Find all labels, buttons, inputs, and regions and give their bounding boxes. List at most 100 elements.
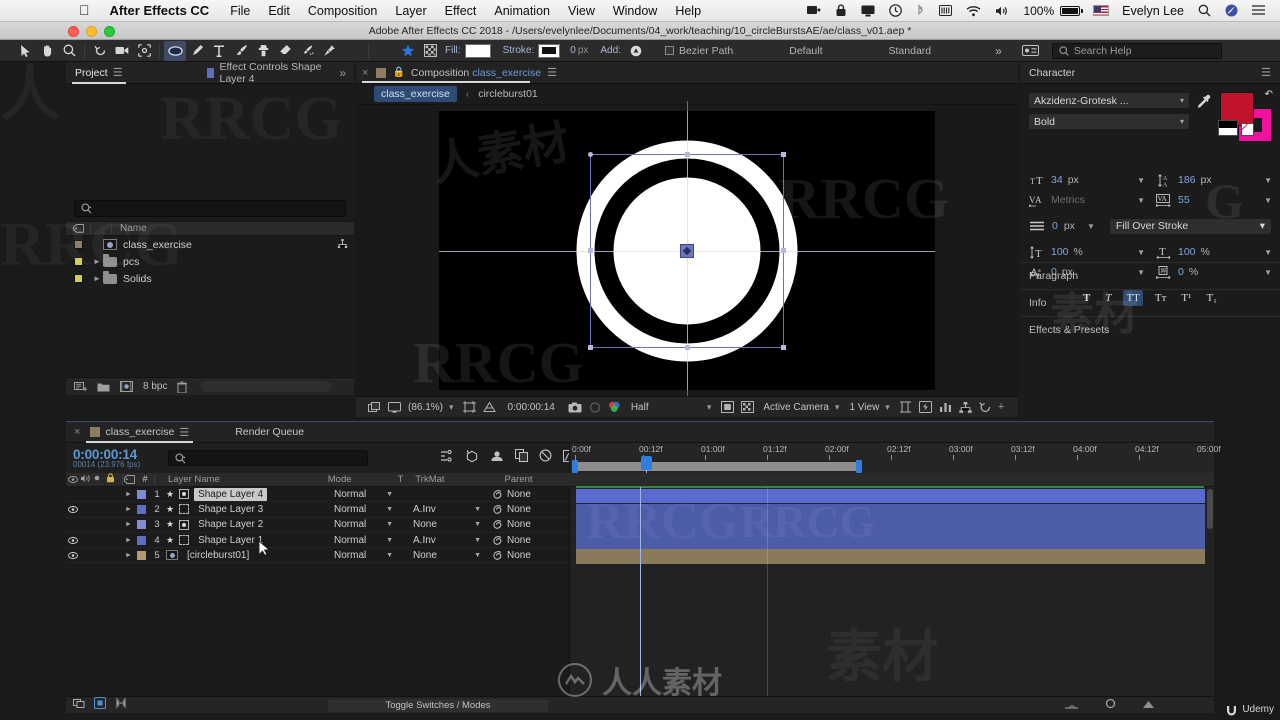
list-item[interactable]: ► Solids <box>66 270 354 287</box>
pen-tool[interactable] <box>186 41 208 61</box>
layer-trkmat-select[interactable]: None ▼ <box>409 519 487 530</box>
font-family-select[interactable]: Akzidenz-Grotesk ... ▾ <box>1028 92 1190 109</box>
panel-menu-icon[interactable]: ☰ <box>1261 66 1271 79</box>
draft-3d-icon[interactable] <box>465 449 479 468</box>
layer-visibility-toggle[interactable] <box>66 505 80 513</box>
mode-column-header[interactable]: Mode <box>328 474 352 485</box>
chevron-down-icon[interactable]: ▼ <box>1264 248 1272 257</box>
parent-pickwhip-icon[interactable] <box>487 535 507 546</box>
font-style-select[interactable]: Bold ▾ <box>1028 113 1190 130</box>
pixel-aspect-icon[interactable] <box>896 398 916 416</box>
notification-center-icon[interactable] <box>1245 5 1272 16</box>
layer-mode-select[interactable]: Normal ▼ <box>334 550 399 561</box>
siri-icon[interactable] <box>1218 4 1245 17</box>
trkmat-column-header[interactable]: TrkMat <box>415 474 444 485</box>
layer-trkmat-select[interactable]: A.Inv ▼ <box>409 535 487 546</box>
panel-menu-icon[interactable]: ☰ <box>113 66 123 79</box>
graph-scrollbar[interactable] <box>1205 487 1214 713</box>
live-update-icon[interactable] <box>440 449 454 467</box>
workspace-default[interactable]: Default <box>779 45 832 57</box>
show-snapshot-icon[interactable] <box>585 398 605 416</box>
hide-shy-icon[interactable] <box>490 449 504 467</box>
apple-logo-icon[interactable]:  <box>68 3 101 17</box>
kerning-field[interactable]: VA Metrics ▼ <box>1028 190 1145 210</box>
accordion-info[interactable]: Info <box>1020 289 1280 316</box>
chevron-down-icon[interactable]: ▼ <box>1087 222 1095 231</box>
parent-pickwhip-icon[interactable] <box>487 519 507 530</box>
menu-help[interactable]: Help <box>666 4 710 18</box>
item-twirl[interactable]: ► <box>91 257 103 266</box>
minimize-window-button[interactable] <box>86 26 97 37</box>
layer-visibility-toggle[interactable] <box>66 551 80 559</box>
close-icon[interactable]: × <box>66 426 80 438</box>
battery-status-icon[interactable] <box>932 4 959 17</box>
no-color-icon[interactable] <box>1241 123 1254 136</box>
bezier-path-checkbox[interactable]: Bezier Path <box>664 45 733 57</box>
wifi-icon[interactable] <box>959 5 988 17</box>
user-name[interactable]: Evelyn Lee <box>1115 4 1191 18</box>
motion-blur-icon[interactable] <box>539 449 552 467</box>
layer-quality-star-icon[interactable]: ★ <box>166 504 174 515</box>
item-twirl[interactable]: ► <box>91 274 103 283</box>
camera-view-value[interactable]: Active Camera <box>757 402 833 413</box>
breadcrumb-root[interactable]: class_exercise <box>374 86 457 102</box>
layer-name-cell[interactable]: ★ Shape Layer 2 <box>166 518 334 531</box>
timeline-graph-area[interactable]: RRCG <box>569 486 1214 713</box>
transparency-grid-icon[interactable] <box>419 41 441 61</box>
puppet-pin-tool[interactable] <box>318 41 340 61</box>
chevron-down-icon[interactable]: ▾ <box>833 402 846 413</box>
fill-color-swatch[interactable] <box>464 43 491 58</box>
stroke-color-swatch[interactable] <box>538 43 561 58</box>
add-property-icon[interactable] <box>625 41 647 61</box>
composition-canvas[interactable]: 人素材 RRCG RRCG <box>413 101 949 400</box>
region-of-interest-icon[interactable] <box>460 398 480 416</box>
horizontal-scale-field[interactable]: T 100 % ▼ <box>1155 242 1272 262</box>
comp-settings-icon[interactable] <box>120 381 133 392</box>
brush-tool[interactable] <box>230 41 252 61</box>
layer-quality-star-icon[interactable]: ★ <box>166 535 174 546</box>
volume-icon[interactable] <box>988 5 1016 17</box>
timecode-display[interactable]: 0:00:00:14 00014 (23.976 fps) <box>66 447 166 469</box>
anchor-point-icon[interactable] <box>680 243 694 258</box>
search-help-input[interactable]: Search Help <box>1051 42 1222 59</box>
list-item[interactable]: ► pcs <box>66 253 354 270</box>
breadcrumb-current[interactable]: circleburst01 <box>478 88 538 100</box>
view-layout-value[interactable]: 1 View <box>845 402 883 413</box>
accordion-paragraph[interactable]: Paragraph <box>1020 262 1280 289</box>
menu-view[interactable]: View <box>559 4 604 18</box>
menu-app-name[interactable]: After Effects CC <box>101 3 222 18</box>
workspace-settings-icon[interactable] <box>1020 41 1042 61</box>
leading-field[interactable]: AA 186 px ▼ <box>1155 170 1272 190</box>
menu-animation[interactable]: Animation <box>485 4 559 18</box>
reset-exposure-icon[interactable] <box>976 398 996 416</box>
layer-label-chip[interactable] <box>135 520 148 530</box>
layer-trkmat-select[interactable]: None ▼ <box>409 550 487 561</box>
tab-project[interactable]: Project ☰ <box>66 62 132 84</box>
lock-icon[interactable]: 🔒 <box>392 67 404 78</box>
timeline-icon[interactable] <box>936 398 956 416</box>
work-area-track[interactable] <box>570 460 1214 473</box>
hand-tool[interactable] <box>36 41 58 61</box>
main-viewer-icon[interactable] <box>384 398 404 416</box>
workspace-standard[interactable]: Standard <box>879 45 942 57</box>
chevron-down-icon[interactable]: ▼ <box>1137 176 1145 185</box>
layer-name-cell[interactable]: ★ Shape Layer 1 <box>166 534 334 547</box>
timeline-zoom-slider-handle[interactable] <box>1105 696 1116 714</box>
layer-visibility-toggle[interactable] <box>66 536 80 544</box>
layer-mode-select[interactable]: Normal ▼ <box>334 535 399 546</box>
toggle-transparency-icon[interactable] <box>737 398 757 416</box>
menu-window[interactable]: Window <box>604 4 666 18</box>
item-label-chip[interactable] <box>74 274 83 283</box>
panel-menu-icon[interactable]: ☰ <box>547 66 557 79</box>
frame-blending-icon[interactable] <box>515 449 528 467</box>
menu-effect[interactable]: Effect <box>436 4 486 18</box>
layer-quality-star-icon[interactable]: ★ <box>166 519 174 530</box>
layer-quality-star-icon[interactable]: ★ <box>166 489 174 500</box>
timeline-ruler[interactable]: 0:00f 00:12f 01:00f 01:12f 02:00f 02:12f… <box>569 443 1221 473</box>
menu-layer[interactable]: Layer <box>386 4 435 18</box>
layer-mode-select[interactable]: Normal ▼ <box>334 489 399 500</box>
close-icon[interactable]: × <box>362 67 368 79</box>
rotation-tool[interactable] <box>89 41 111 61</box>
shape-tool[interactable] <box>164 40 186 61</box>
comp-usage-icon[interactable] <box>337 238 354 251</box>
